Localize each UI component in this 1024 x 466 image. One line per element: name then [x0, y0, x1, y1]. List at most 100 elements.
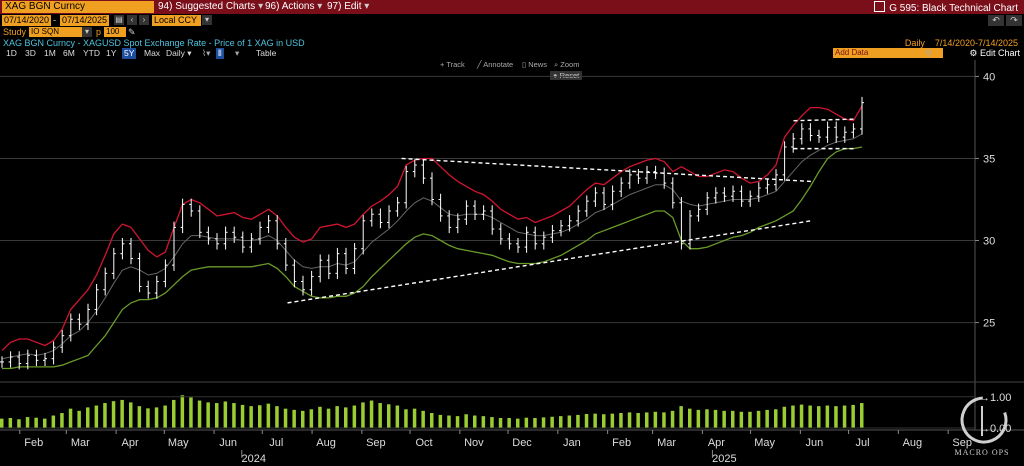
volume-bar — [498, 418, 503, 428]
price-chart[interactable]: 25 30 35 40 →1.00→0.00 Feb Mar Apr May Jun Jul Au… — [0, 0, 1024, 466]
volume-bar — [0, 418, 4, 428]
volume-bar — [722, 410, 726, 428]
x-tick-label: Apr — [708, 437, 725, 449]
volume-bar — [111, 401, 116, 428]
volume-bar — [223, 401, 228, 428]
volume-bar — [860, 403, 864, 428]
y-axis: 25 30 35 40 — [975, 71, 995, 330]
x-tick-label: Jun — [805, 437, 823, 449]
volume-bar — [774, 409, 778, 428]
volume-bar — [378, 403, 382, 428]
volume-bar — [387, 404, 391, 428]
volume-bar — [232, 403, 236, 428]
volume-bar — [817, 406, 821, 428]
volume-bar — [309, 409, 314, 428]
volume-bar — [206, 402, 210, 428]
volume-bar — [275, 406, 279, 428]
volume-bar — [146, 408, 150, 428]
volume-bar — [653, 411, 658, 428]
volume-bar — [688, 408, 692, 428]
volume-bar — [455, 416, 460, 428]
volume-bar — [464, 414, 468, 428]
volume-bar — [679, 406, 683, 428]
volume-bar — [627, 412, 632, 428]
volume-bar — [77, 410, 81, 428]
volume-bar — [550, 416, 554, 428]
volume-bar — [172, 399, 176, 428]
y-tick-label: 30 — [983, 236, 995, 248]
volume-bar — [17, 419, 21, 428]
volume-bar — [344, 407, 348, 428]
volume-bar — [559, 416, 563, 428]
volume-bar — [404, 409, 408, 428]
volume-bar — [791, 405, 795, 428]
volume-bar — [713, 409, 718, 428]
svg-text:MACRO OPS: MACRO OPS — [954, 448, 1009, 457]
volume-bar — [834, 406, 838, 428]
volume-bar — [369, 400, 374, 428]
volume-bar — [438, 414, 443, 428]
year-label: 2024 — [242, 453, 266, 465]
volume-bar — [137, 406, 142, 428]
volume-bar — [705, 409, 709, 428]
volume-bar — [412, 408, 417, 428]
volume-bar — [808, 405, 812, 428]
volume-bar — [516, 418, 520, 428]
volume-bar — [662, 412, 666, 428]
volume-bar — [292, 409, 296, 428]
volume-bar — [51, 415, 56, 428]
volume-bar — [189, 397, 193, 428]
x-tick-label: Aug — [903, 437, 923, 449]
volume-bar — [129, 402, 133, 428]
x-tick-label: May — [754, 437, 775, 449]
price-bars — [0, 96, 864, 370]
x-tick-label: Nov — [464, 437, 484, 449]
volume-bar — [481, 416, 486, 428]
volume-bar — [421, 410, 425, 428]
volume-bar — [154, 407, 159, 428]
x-tick-label: Jul — [856, 437, 870, 449]
volume-bar — [541, 417, 546, 428]
volume-bar — [765, 409, 769, 428]
volume-bar — [447, 415, 451, 428]
x-tick-label: Aug — [316, 437, 336, 449]
volume-bar — [507, 418, 511, 428]
volume-bar — [696, 409, 701, 428]
x-tick-label: Feb — [612, 437, 631, 449]
x-tick-label: Jan — [563, 437, 581, 449]
y-tick-label: 40 — [983, 71, 995, 83]
volume-bar — [215, 403, 219, 428]
volume-bar — [602, 414, 606, 428]
volume-bar — [851, 404, 855, 428]
volume-bar — [395, 405, 400, 428]
x-tick-label: Jun — [219, 437, 237, 449]
x-tick-label: Oct — [415, 437, 432, 449]
volume-bar — [748, 411, 752, 428]
volume-bar — [576, 414, 580, 428]
x-tick-label: Feb — [24, 437, 43, 449]
volume-bar — [68, 408, 73, 428]
volume-bar — [490, 417, 494, 428]
trendline — [287, 220, 812, 304]
volume-bar — [619, 413, 623, 428]
volume-bar — [473, 415, 477, 428]
volume-bar — [120, 399, 124, 428]
x-tick-label: Jul — [269, 437, 283, 449]
volume-bar — [318, 406, 322, 428]
volume-bar — [731, 410, 735, 428]
volume-bar — [60, 413, 64, 428]
volume-bar — [352, 405, 357, 428]
volume-bar — [103, 403, 107, 428]
volume-bar — [782, 406, 787, 428]
volume-bar — [197, 400, 202, 428]
volume-bar — [301, 410, 305, 428]
volume-bar — [249, 406, 253, 428]
volume-bar — [258, 405, 262, 428]
volume-bar — [756, 410, 761, 428]
volume-bar — [593, 413, 597, 428]
x-tick-label: Sep — [366, 437, 386, 449]
volume-bar — [25, 417, 30, 428]
volume-bar — [283, 408, 288, 428]
volume-bar — [361, 402, 365, 428]
x-tick-label: Mar — [657, 437, 676, 449]
